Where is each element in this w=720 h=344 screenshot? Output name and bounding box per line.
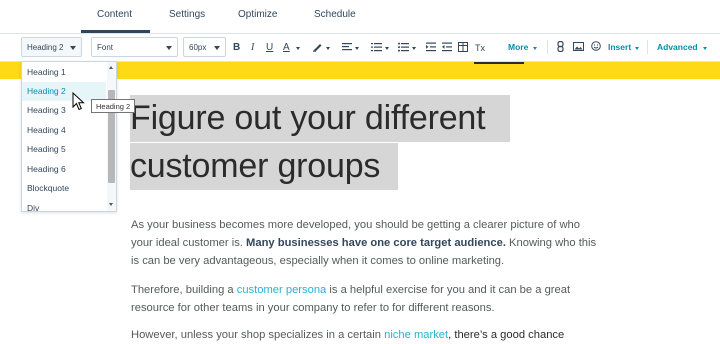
more-menu-button[interactable]: More [508, 42, 528, 52]
chevron-down-icon[interactable] [296, 47, 300, 50]
chevron-down-icon [166, 46, 172, 50]
paragraph-1[interactable]: As your business becomes more developed,… [131, 216, 601, 270]
paragraph-text: Therefore, building a [131, 284, 237, 296]
outdent-icon[interactable] [442, 42, 452, 52]
chevron-down-icon[interactable] [355, 47, 359, 50]
link-icon[interactable] [557, 41, 565, 52]
block-style-dropdown: Heading 1 Heading 2 Heading 3 Heading 4 … [21, 61, 117, 212]
insert-menu-button[interactable]: Insert [608, 42, 631, 52]
font-family-select[interactable]: Font [91, 37, 178, 57]
scroll-down-arrow-icon[interactable] [109, 203, 113, 206]
bulleted-list-icon[interactable] [398, 42, 409, 52]
font-size-select[interactable]: 60px [183, 37, 226, 57]
customer-persona-link[interactable]: customer persona [237, 284, 327, 296]
paragraph-text: , there’s a good chance [448, 329, 565, 341]
block-style-select[interactable]: Heading 2 [21, 37, 82, 57]
font-family-value: Font [97, 43, 114, 52]
emoji-icon[interactable] [591, 41, 601, 51]
chevron-down-icon[interactable] [412, 47, 416, 50]
highlight-icon[interactable] [312, 41, 323, 52]
heading-line-1[interactable]: Figure out your different [130, 95, 510, 142]
bold-button[interactable]: B [233, 42, 240, 54]
indent-icon[interactable] [426, 42, 436, 52]
text-color-button[interactable]: A [283, 42, 290, 54]
paragraph-3[interactable]: However, unless your shop specializes in… [131, 326, 601, 344]
font-size-value: 60px [189, 43, 207, 52]
chevron-down-icon[interactable] [326, 47, 330, 50]
image-icon[interactable] [573, 42, 584, 51]
table-icon[interactable] [458, 42, 468, 52]
mouse-pointer-icon [72, 92, 85, 111]
editor-tabs: Content Settings Optimize Schedule [0, 0, 720, 33]
dropdown-item-div[interactable]: Div [22, 199, 106, 211]
chevron-down-icon [214, 46, 220, 50]
numbered-list-icon[interactable] [371, 42, 382, 52]
banner-mark [474, 62, 524, 64]
advanced-menu-button[interactable]: Advanced [657, 42, 698, 52]
heading-line-2[interactable]: customer groups [130, 143, 398, 190]
italic-button[interactable]: I [251, 42, 254, 54]
scroll-up-arrow-icon[interactable] [109, 66, 113, 69]
chevron-down-icon [70, 46, 76, 50]
tab-optimize[interactable]: Optimize [238, 9, 277, 20]
paragraph-text: However, unless your shop specializes in… [131, 329, 385, 341]
tab-schedule[interactable]: Schedule [314, 9, 356, 20]
underline-button[interactable]: U [266, 42, 273, 54]
align-left-icon[interactable] [342, 42, 352, 52]
dropdown-item-heading-5[interactable]: Heading 5 [22, 140, 106, 159]
chevron-down-icon[interactable] [703, 47, 707, 50]
dropdown-item-heading-4[interactable]: Heading 4 [22, 121, 106, 140]
chevron-down-icon[interactable] [635, 47, 639, 50]
niche-market-link[interactable]: niche market [384, 329, 448, 341]
dropdown-item-heading-6[interactable]: Heading 6 [22, 160, 106, 179]
clear-format-button[interactable]: Tx [475, 42, 485, 54]
tab-settings[interactable]: Settings [169, 9, 205, 20]
paragraph-2[interactable]: Therefore, building a customer persona i… [131, 281, 601, 317]
dropdown-item-heading-1[interactable]: Heading 1 [22, 63, 106, 82]
dropdown-item-blockquote[interactable]: Blockquote [22, 179, 106, 198]
toolbar-divider [647, 40, 648, 54]
bold-text: Many businesses have one core target aud… [246, 237, 506, 249]
block-style-value: Heading 2 [27, 43, 64, 52]
chevron-down-icon[interactable] [385, 47, 389, 50]
tooltip: Heading 2 [91, 99, 136, 113]
toolbar-divider [547, 40, 548, 54]
chevron-down-icon[interactable] [533, 47, 537, 50]
tab-content[interactable]: Content [97, 9, 132, 20]
rich-text-toolbar: Heading 2 Font 60px B I U A Tx More Inse… [0, 34, 720, 62]
